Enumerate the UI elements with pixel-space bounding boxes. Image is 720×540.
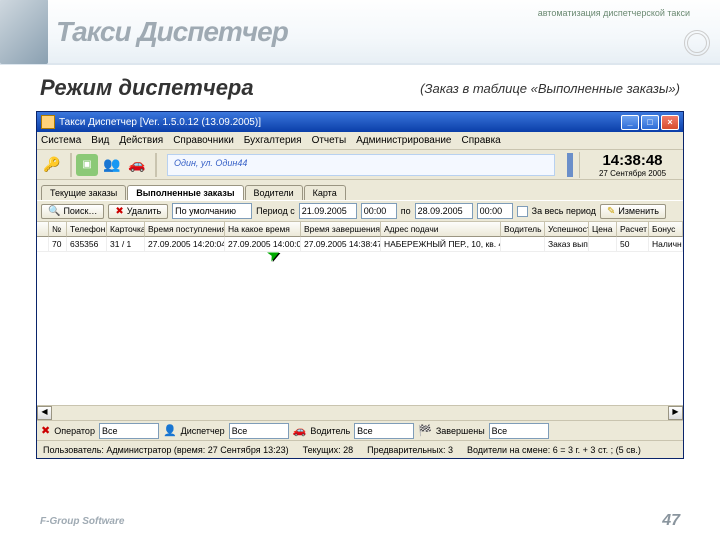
time-from-input[interactable] [361,203,397,219]
address-field[interactable]: Один, ул. Один44 [167,154,555,176]
filter-bottom-bar: ✖ Оператор 👤 Диспетчер 🚗 Водитель 🏁 Заве… [37,420,683,440]
decor-circle-icon [684,30,710,56]
car-icon[interactable]: 🚗 [126,154,148,176]
cross-icon[interactable]: ✖ [41,424,50,437]
product-tagline: автоматизация диспетчерской такси [538,8,690,18]
slide-banner: Такси Диспетчер автоматизация диспетчерс… [0,0,720,65]
horizontal-scrollbar[interactable]: ◀ ▶ [37,405,683,420]
driver-select[interactable] [354,423,414,439]
level-indicator-icon [567,153,573,177]
allperiod-checkbox[interactable] [517,206,528,217]
search-icon: 🔍 [48,206,60,217]
tab-completed-orders[interactable]: Выполненные заказы [127,185,243,200]
menu-bar: Система Вид Действия Справочники Бухгалт… [37,132,683,150]
orders-grid: № Телефон Карточка Время поступления На … [37,222,683,420]
window-titlebar[interactable]: Такси Диспетчер [Ver. 1.5.0.12 (13.09.20… [37,112,683,132]
dispatcher-select[interactable] [229,423,289,439]
status-pre: Предварительных: 3 [367,445,453,455]
col-time-for[interactable]: На какое время [225,222,301,237]
delete-icon: ✖ [115,206,123,217]
col-marker[interactable] [37,222,49,237]
scroll-right-icon[interactable]: ▶ [668,406,683,420]
car2-icon: 🚗 [293,424,307,437]
pencil-icon: ✎ [607,206,615,217]
menu-system[interactable]: Система [41,135,81,146]
flag-icon: 🏁 [418,424,432,437]
tab-current-orders[interactable]: Текущие заказы [41,185,126,200]
view-tabs: Текущие заказы Выполненные заказы Водите… [37,180,683,200]
col-calc[interactable]: Расчет [617,222,649,237]
date-to-input[interactable] [415,203,473,219]
col-card[interactable]: Карточка [107,222,145,237]
footer-brand: F-Group Software [40,516,124,527]
menu-accounting[interactable]: Бухгалтерия [244,135,302,146]
slide-footer: F-Group Software 47 [40,512,680,530]
clock-date: 27 Сентября 2005 [586,169,679,178]
menu-admin[interactable]: Администрирование [356,135,451,146]
col-address[interactable]: Адрес подачи [381,222,501,237]
grid-header: № Телефон Карточка Время поступления На … [37,222,683,237]
slide-heading: Режим диспетчера (Заказ в таблице «Выпол… [0,65,720,107]
clock-time: 14:38:48 [586,152,679,169]
main-toolbar: 🔑 ▣ 👥 🚗 Один, ул. Один44 14:38:48 27 Сен… [37,150,683,180]
slide-note: (Заказ в таблице «Выполненные заказы») [420,81,680,96]
allperiod-label: За весь период [532,206,596,216]
col-phone[interactable]: Телефон [67,222,107,237]
status-bar: Пользователь: Администратор (время: 27 С… [37,440,683,458]
dispatcher-label: Диспетчер [181,426,225,436]
driver-label: Водитель [310,426,350,436]
status-current: Текущих: 28 [303,445,353,455]
operator-label: Оператор [54,426,95,436]
table-row[interactable]: 70 635356 31 / 1 27.09.2005 14:20:04 27.… [37,237,683,252]
delete-button[interactable]: ✖Удалить [108,204,168,219]
preset-select[interactable] [172,203,252,219]
change-button[interactable]: ✎Изменить [600,204,666,219]
col-time-received[interactable]: Время поступления [145,222,225,237]
tab-drivers[interactable]: Водители [245,185,303,200]
col-price[interactable]: Цена [589,222,617,237]
slide-title: Режим диспетчера [40,75,254,101]
search-button[interactable]: 🔍Поиск… [41,204,104,219]
time-to-input[interactable] [477,203,513,219]
app-window: Такси Диспетчер [Ver. 1.5.0.12 (13.09.20… [36,111,684,459]
user-icon: 👤 [163,424,177,437]
window-title: Такси Диспетчер [Ver. 1.5.0.12 (13.09.20… [59,117,261,128]
col-bonus[interactable]: Бонус [649,222,683,237]
period-label: Период с [256,206,295,216]
operator-photo [0,0,48,64]
done-select[interactable] [489,423,549,439]
operator-select[interactable] [99,423,159,439]
key-icon[interactable]: 🔑 [41,154,63,176]
col-time-done[interactable]: Время завершения [301,222,381,237]
col-number[interactable]: № [49,222,67,237]
window-icon[interactable]: ▣ [76,154,98,176]
minimize-button[interactable]: _ [621,115,639,130]
menu-view[interactable]: Вид [91,135,109,146]
product-logo: Такси Диспетчер [56,16,288,48]
col-driver[interactable]: Водитель [501,222,545,237]
status-user: Пользователь: Администратор (время: 27 С… [43,445,289,455]
status-drivers: Водители на смене: 6 = 3 г. + 3 ст. ; (5… [467,445,641,455]
clock-panel: 14:38:48 27 Сентября 2005 [579,152,679,178]
close-button[interactable]: × [661,115,679,130]
menu-actions[interactable]: Действия [119,135,163,146]
page-number: 47 [662,512,680,530]
grid-body[interactable]: 70 635356 31 / 1 27.09.2005 14:20:04 27.… [37,237,683,405]
done-label: Завершены [436,426,485,436]
app-icon [41,115,55,129]
menu-reports[interactable]: Отчеты [312,135,347,146]
scroll-left-icon[interactable]: ◀ [37,406,52,420]
menu-help[interactable]: Справка [462,135,501,146]
date-from-input[interactable] [299,203,357,219]
menu-refs[interactable]: Справочники [173,135,234,146]
tab-map[interactable]: Карта [304,185,346,200]
filter-toolbar: 🔍Поиск… ✖Удалить Период с по За весь пер… [37,200,683,222]
col-success[interactable]: Успешность [545,222,589,237]
people-icon[interactable]: 👥 [101,154,123,176]
maximize-button[interactable]: □ [641,115,659,130]
to-label: по [401,206,411,216]
